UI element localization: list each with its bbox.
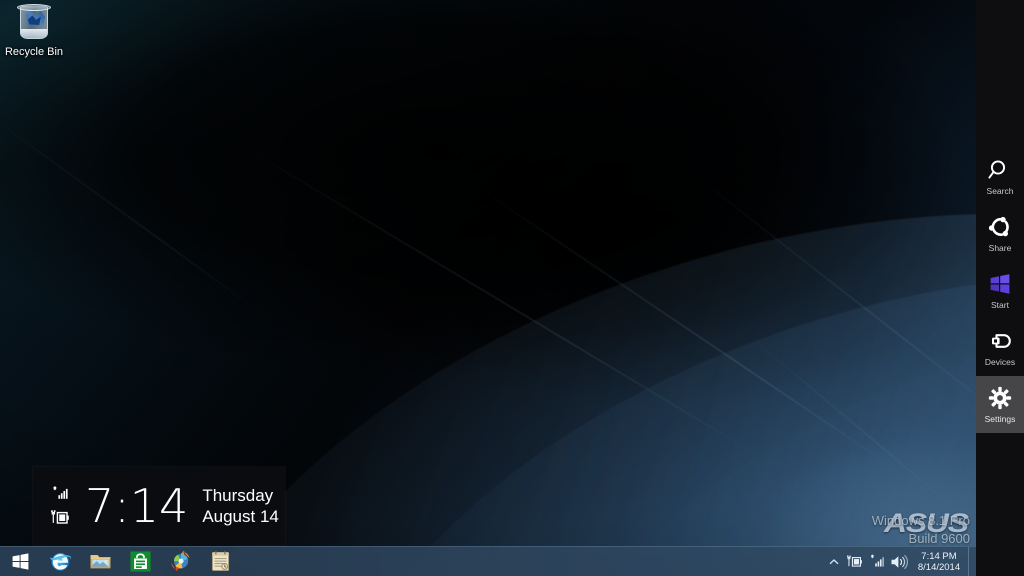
taskbar-app-sticky-notes[interactable] [200,547,240,576]
taskbar-clock-time: 7:14 PM [921,551,957,562]
taskbar-pinned-apps[interactable] [40,547,240,576]
charm-devices-label: Devices [984,357,1016,367]
taskbar-app-media-sync[interactable] [160,547,200,576]
lock-clock-widget: 7:14 Thursday August 14 [33,467,285,545]
charm-search[interactable]: Search [976,148,1024,205]
devices-icon [987,328,1013,354]
watermark-edition: Windows 8.1 Pro [871,513,970,528]
clock-widget-date-block: Thursday August 14 [202,485,279,527]
signal-bluetooth-icon [53,486,68,499]
tray-battery-button[interactable] [844,547,866,576]
search-icon [987,157,1013,183]
taskbar[interactable]: 7:14 PM 8/14/2014 [0,546,976,576]
windows-store-icon [129,551,151,572]
battery-icon [51,510,69,524]
charm-settings-label: Settings [984,414,1016,424]
taskbar-app-file-explorer[interactable] [80,547,120,576]
internet-explorer-icon [49,553,71,571]
charm-search-label: Search [986,186,1014,196]
start-button[interactable] [0,547,40,576]
charm-start-label: Start [991,300,1009,310]
taskbar-app-windows-store[interactable] [120,547,160,576]
tray-volume-button[interactable] [888,547,910,576]
show-desktop-button[interactable] [968,547,974,576]
sticky-notes-icon [211,551,229,571]
share-icon [987,214,1013,240]
gear-icon [987,385,1013,411]
desktop-icon-recycle-bin[interactable]: Recycle Bin [4,2,64,59]
show-hidden-icons-button[interactable] [824,547,844,576]
charm-settings[interactable]: Settings [976,376,1024,433]
taskbar-clock-date: 8/14/2014 [917,562,961,573]
clock-widget-date: August 14 [202,507,279,526]
recycle-bin-paper-fill [21,29,47,38]
recycle-bin-icon [4,2,64,44]
battery-icon [846,555,862,567]
charm-share-label: Share [988,243,1012,253]
chevron-up-icon [829,559,839,565]
clock-widget-time: 7:14 [85,479,189,533]
clock-widget-status-icons [51,486,71,526]
windows-start-icon [987,271,1013,297]
taskbar-app-internet-explorer[interactable] [40,547,80,576]
charm-share[interactable]: Share [976,205,1024,262]
taskbar-clock[interactable]: 7:14 PM 8/14/2014 [910,547,968,576]
file-explorer-icon [90,555,110,569]
recycle-bin-label: Recycle Bin [4,46,64,58]
system-tray[interactable]: 7:14 PM 8/14/2014 [824,547,976,576]
windows-activation-watermark: Windows 8.1 Pro Build 9600 [872,512,970,548]
windows-start-icon [12,553,28,570]
charm-start[interactable]: Start [976,262,1024,319]
media-sync-icon [170,550,190,572]
charm-devices[interactable]: Devices [976,319,1024,376]
volume-icon [891,554,908,570]
recycle-bin-rim [17,4,51,11]
clock-widget-day: Thursday [202,486,274,505]
network-icon [870,554,884,567]
charms-bar[interactable]: Search Share Start Devices Settings [976,0,1024,576]
tray-network-button[interactable] [866,547,888,576]
